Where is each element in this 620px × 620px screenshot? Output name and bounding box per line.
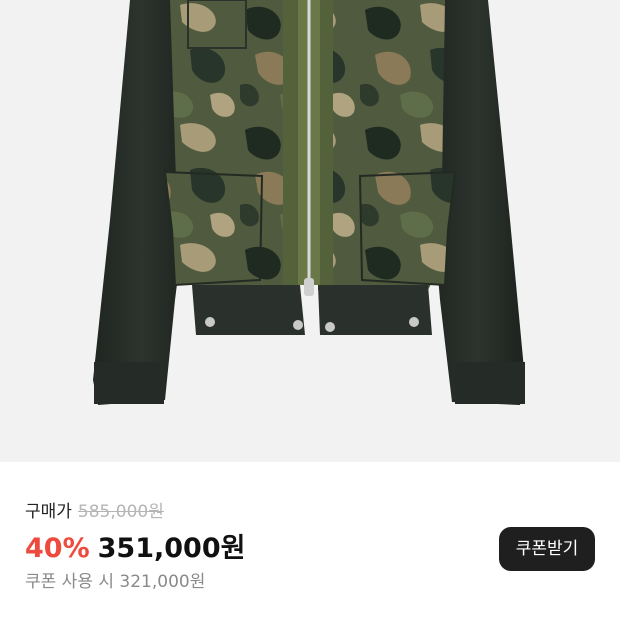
- discount-rate: 40%: [25, 533, 90, 564]
- coupon-price-text: 쿠폰 사용 시 321,000원: [25, 572, 206, 592]
- jacket-illustration: [93, 0, 525, 405]
- sale-price-line: 40% 351,000원: [25, 532, 245, 566]
- price-section: 구매가 585,000원 40% 351,000원 쿠폰 사용 시 321,000원…: [0, 462, 620, 620]
- get-coupon-button[interactable]: 쿠폰받기: [499, 527, 595, 571]
- original-price: 585,000원: [77, 502, 164, 522]
- sale-price: 351,000원: [97, 533, 246, 564]
- buy-price-line: 구매가 585,000원: [25, 500, 164, 524]
- product-image[interactable]: [0, 0, 620, 462]
- buy-price-label: 구매가: [25, 502, 72, 522]
